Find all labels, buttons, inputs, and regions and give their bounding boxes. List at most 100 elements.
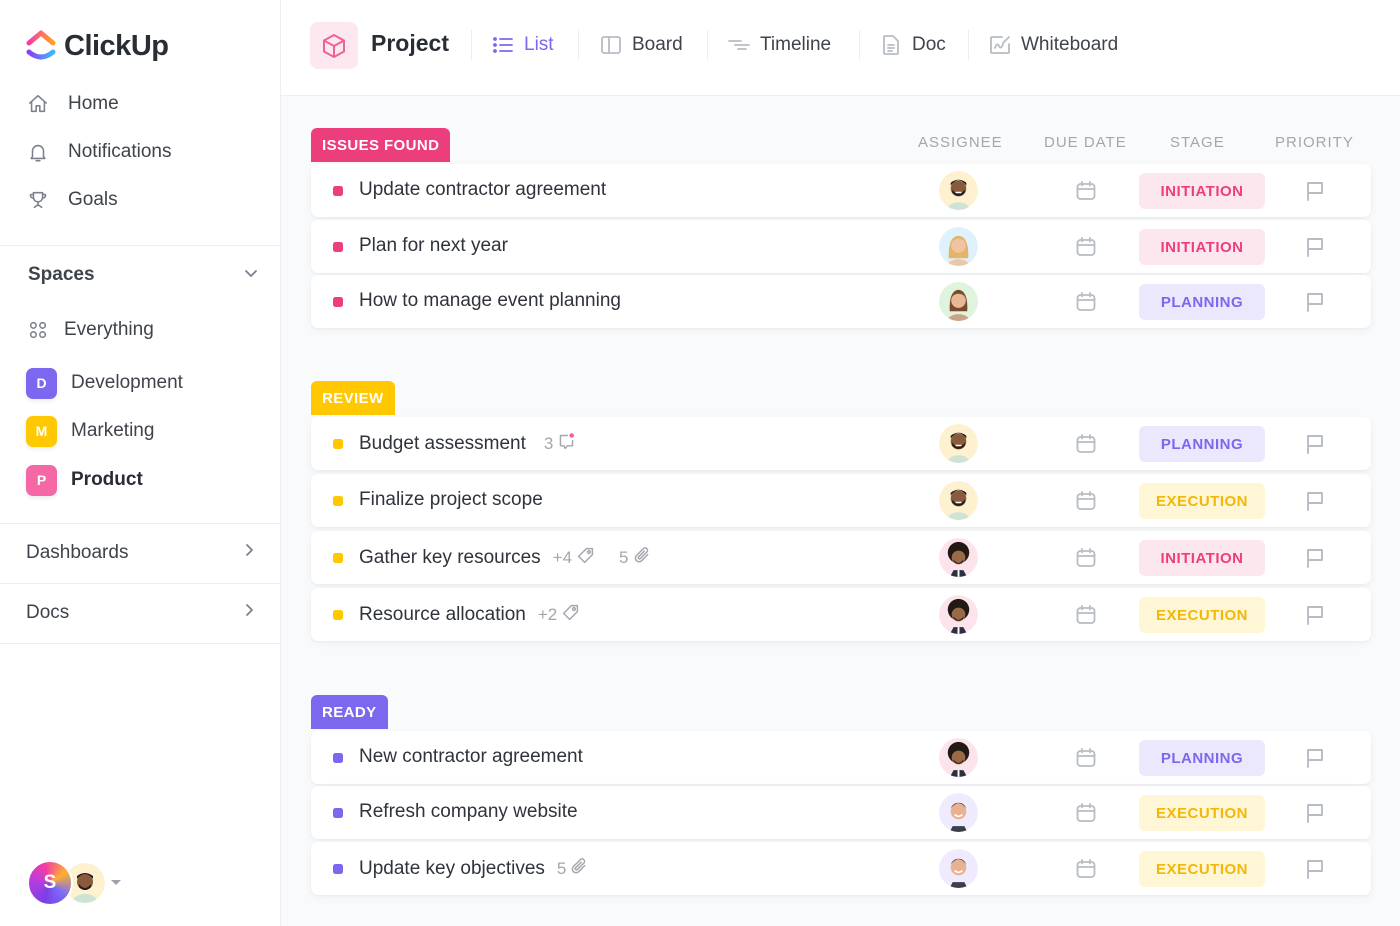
calendar-icon[interactable]	[1075, 547, 1097, 569]
assignee-avatar[interactable]	[939, 227, 978, 266]
calendar-icon[interactable]	[1075, 747, 1097, 769]
flag-icon[interactable]	[1304, 180, 1326, 202]
comment-count[interactable]: 3	[544, 432, 576, 456]
sidebar-item-notifications[interactable]: Notifications	[26, 137, 172, 167]
task-row[interactable]: Update contractor agreement INITIATION	[311, 164, 1371, 217]
space-development[interactable]: D Development	[26, 367, 183, 399]
task-row[interactable]: Budget assessment 3 PLANNING	[311, 417, 1371, 470]
column-header-stage[interactable]: STAGE	[1170, 134, 1225, 151]
tab-board[interactable]: Board	[599, 30, 683, 60]
task-row[interactable]: How to manage event planning PLANNING	[311, 275, 1371, 328]
calendar-icon[interactable]	[1075, 433, 1097, 455]
tag-count[interactable]: +2	[538, 603, 580, 627]
flag-icon[interactable]	[1304, 547, 1326, 569]
flag-icon[interactable]	[1304, 858, 1326, 880]
task-title[interactable]: Finalize project scope	[359, 489, 543, 511]
task-row[interactable]: New contractor agreement PLANNING	[311, 731, 1371, 784]
calendar-icon[interactable]	[1075, 858, 1097, 880]
task-row[interactable]: Finalize project scope EXECUTION	[311, 474, 1371, 527]
task-title[interactable]: Update contractor agreement	[359, 179, 606, 201]
group-issues-found[interactable]: ISSUES FOUND	[311, 128, 451, 162]
status-square-icon[interactable]	[333, 553, 343, 563]
assignee-avatar[interactable]	[939, 481, 978, 520]
stage-badge[interactable]: PLANNING	[1139, 426, 1265, 462]
assignee-avatar[interactable]	[939, 538, 978, 577]
status-square-icon[interactable]	[333, 496, 343, 506]
status-square-icon[interactable]	[333, 439, 343, 449]
sidebar-item-docs[interactable]: Docs	[26, 598, 258, 628]
task-row[interactable]: Refresh company website EXECUTION	[311, 786, 1371, 839]
task-row[interactable]: Plan for next year INITIATION	[311, 220, 1371, 273]
task-row[interactable]: Gather key resources +4 5 INITIATION	[311, 531, 1371, 584]
sidebar-item-home[interactable]: Home	[26, 89, 119, 119]
calendar-icon[interactable]	[1075, 604, 1097, 626]
assignee-avatar[interactable]	[939, 793, 978, 832]
attachment-count[interactable]: 5	[557, 857, 589, 881]
task-title[interactable]: How to manage event planning	[359, 290, 621, 312]
calendar-icon[interactable]	[1075, 490, 1097, 512]
task-title[interactable]: Update key objectives 5	[359, 857, 589, 881]
stage-badge[interactable]: INITIATION	[1139, 540, 1265, 576]
status-square-icon[interactable]	[333, 242, 343, 252]
group-ready[interactable]: READY	[311, 695, 388, 729]
task-title[interactable]: Budget assessment 3	[359, 432, 576, 456]
assignee-avatar[interactable]	[939, 171, 978, 210]
calendar-icon[interactable]	[1075, 180, 1097, 202]
task-title[interactable]: Refresh company website	[359, 801, 578, 823]
tab-timeline[interactable]: Timeline	[727, 30, 831, 60]
assignee-avatar[interactable]	[939, 849, 978, 888]
task-title[interactable]: New contractor agreement	[359, 746, 583, 768]
calendar-icon[interactable]	[1075, 802, 1097, 824]
status-square-icon[interactable]	[333, 808, 343, 818]
flag-icon[interactable]	[1304, 490, 1326, 512]
stage-badge[interactable]: EXECUTION	[1139, 795, 1265, 831]
calendar-icon[interactable]	[1075, 236, 1097, 258]
space-marketing[interactable]: M Marketing	[26, 415, 154, 447]
user-menu[interactable]: S	[27, 859, 121, 906]
clickup-logo[interactable]: ClickUp	[26, 26, 169, 66]
space-product[interactable]: P Product	[26, 464, 143, 496]
tab-list[interactable]: List	[491, 30, 554, 60]
calendar-icon[interactable]	[1075, 291, 1097, 313]
assignee-avatar[interactable]	[939, 595, 978, 634]
stage-badge[interactable]: INITIATION	[1139, 173, 1265, 209]
sidebar-item-goals[interactable]: Goals	[26, 185, 118, 215]
tag-count[interactable]: +4	[553, 546, 595, 570]
column-header-priority[interactable]: PRIORITY	[1275, 134, 1354, 151]
spaces-header[interactable]: Spaces	[28, 260, 260, 290]
flag-icon[interactable]	[1304, 433, 1326, 455]
stage-badge[interactable]: PLANNING	[1139, 284, 1265, 320]
flag-icon[interactable]	[1304, 604, 1326, 626]
column-header-due-date[interactable]: DUE DATE	[1044, 134, 1127, 151]
flag-icon[interactable]	[1304, 291, 1326, 313]
stage-badge[interactable]: INITIATION	[1139, 229, 1265, 265]
task-title[interactable]: Plan for next year	[359, 235, 508, 257]
flag-icon[interactable]	[1304, 747, 1326, 769]
task-row[interactable]: Update key objectives 5 EXECUTION	[311, 842, 1371, 895]
tab-whiteboard[interactable]: Whiteboard	[988, 30, 1118, 60]
assignee-avatar[interactable]	[939, 282, 978, 321]
stage-badge[interactable]: PLANNING	[1139, 740, 1265, 776]
sidebar-item-dashboards[interactable]: Dashboards	[26, 538, 258, 568]
flag-icon[interactable]	[1304, 802, 1326, 824]
assignee-avatar[interactable]	[939, 424, 978, 463]
status-square-icon[interactable]	[333, 753, 343, 763]
attachment-count[interactable]: 5	[619, 546, 651, 570]
status-square-icon[interactable]	[333, 864, 343, 874]
flag-icon[interactable]	[1304, 236, 1326, 258]
column-header-assignee[interactable]: ASSIGNEE	[918, 134, 1003, 151]
status-square-icon[interactable]	[333, 610, 343, 620]
group-review[interactable]: REVIEW	[311, 381, 395, 415]
tab-doc[interactable]: Doc	[879, 30, 946, 60]
assignee-avatar[interactable]	[939, 738, 978, 777]
stage-badge[interactable]: EXECUTION	[1139, 851, 1265, 887]
chevron-down-icon[interactable]	[242, 264, 260, 287]
status-square-icon[interactable]	[333, 186, 343, 196]
task-row[interactable]: Resource allocation +2 EXECUTION	[311, 588, 1371, 641]
stage-badge[interactable]: EXECUTION	[1139, 597, 1265, 633]
status-square-icon[interactable]	[333, 297, 343, 307]
sidebar-item-everything[interactable]: Everything	[26, 315, 154, 345]
stage-badge[interactable]: EXECUTION	[1139, 483, 1265, 519]
task-title[interactable]: Resource allocation +2	[359, 603, 580, 627]
task-title[interactable]: Gather key resources +4 5	[359, 546, 652, 570]
